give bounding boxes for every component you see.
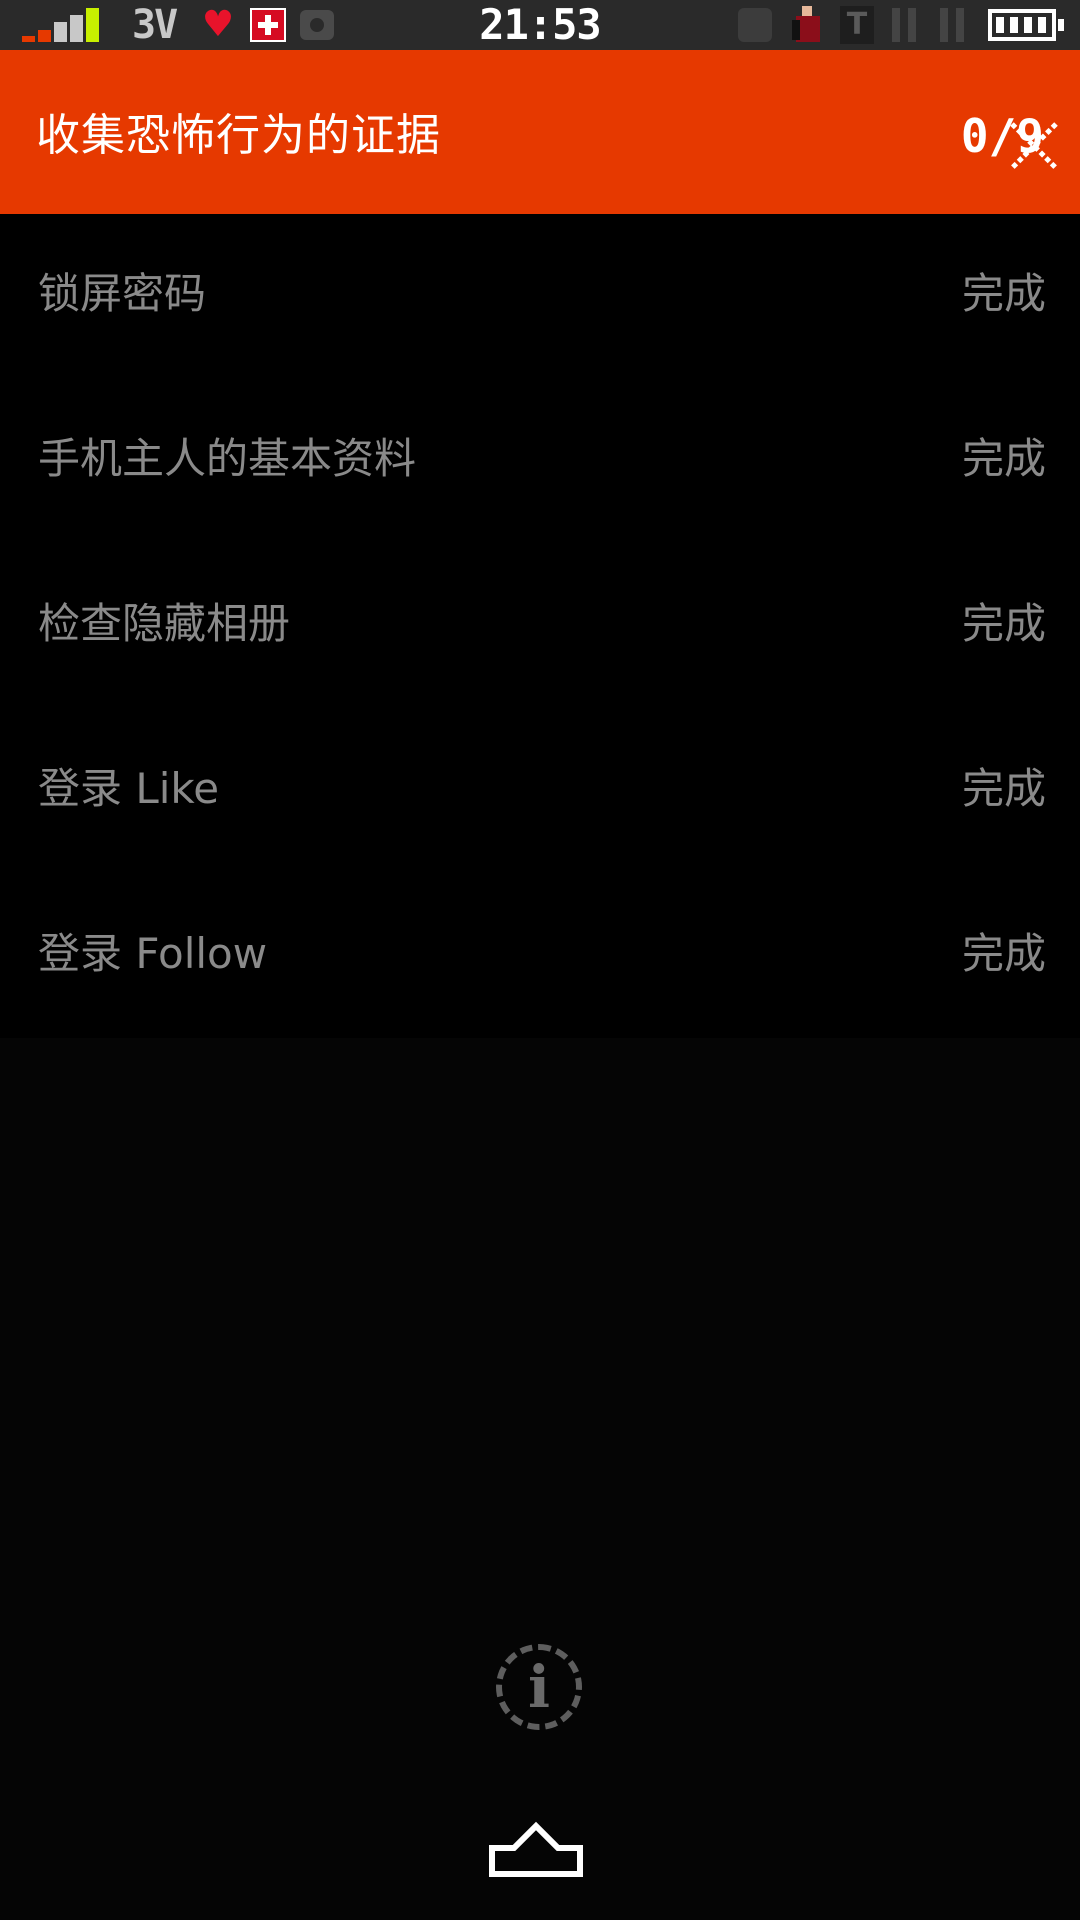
task-item[interactable]: 锁屏密码 完成 [0, 214, 1080, 379]
status-bar: 3V ♥ 21:53 T [0, 0, 1080, 50]
title-bar: 收集恐怖行为的证据 0/9 [0, 50, 1080, 214]
task-status: 完成 [961, 434, 1046, 483]
task-label: 登录 Like [38, 764, 220, 813]
task-item[interactable]: 登录 Follow 完成 [0, 874, 1080, 1039]
notification-dot-icon [738, 8, 772, 42]
task-status: 完成 [961, 269, 1046, 318]
task-label: 登录 Follow [38, 929, 268, 978]
t-icon: T [840, 6, 874, 44]
pause-icon [888, 8, 922, 42]
task-item[interactable]: 登录 Like 完成 [0, 709, 1080, 874]
heart-icon: ♥ [201, 4, 235, 45]
task-item[interactable]: 检查隐藏相册 完成 [0, 544, 1080, 709]
home-icon[interactable] [488, 1818, 584, 1878]
page-title: 收集恐怖行为的证据 [36, 110, 441, 161]
camera-icon [300, 10, 334, 40]
battery-icon [988, 9, 1064, 41]
status-time: 21:53 [479, 0, 601, 49]
task-label: 锁屏密码 [38, 269, 207, 318]
info-icon: i [527, 1653, 551, 1721]
medkit-icon [250, 8, 286, 42]
task-list: 锁屏密码 完成 手机主人的基本资料 完成 检查隐藏相册 完成 登录 Like 完… [0, 214, 1080, 1038]
network-type: 3V [132, 2, 178, 48]
task-item[interactable]: 手机主人的基本资料 完成 [0, 379, 1080, 544]
close-icon[interactable] [1008, 120, 1060, 172]
task-label: 检查隐藏相册 [38, 599, 291, 648]
task-status: 完成 [961, 599, 1046, 648]
person-icon [790, 6, 824, 44]
task-status: 完成 [961, 764, 1046, 813]
task-status: 完成 [961, 929, 1046, 978]
task-label: 手机主人的基本资料 [38, 434, 417, 483]
info-button[interactable]: i [496, 1644, 582, 1730]
pause-icon [936, 8, 970, 42]
signal-strength-icon [22, 8, 122, 42]
phone-screen: 3V ♥ 21:53 T 收集恐怖行为的证据 0/9 锁屏密码 完成 手机主人的… [0, 0, 1080, 1920]
